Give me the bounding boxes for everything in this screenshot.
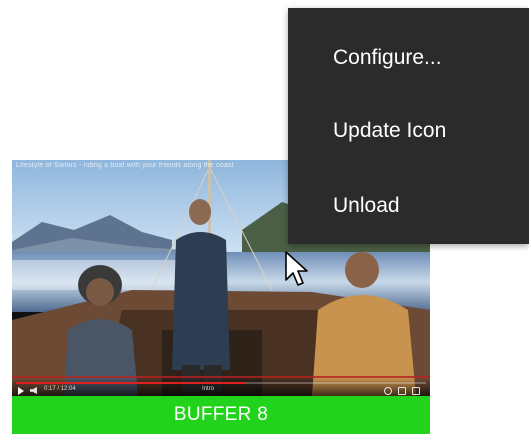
chapter-label: Intro xyxy=(202,386,215,392)
theater-mode-icon[interactable] xyxy=(398,387,406,395)
settings-gear-icon[interactable] xyxy=(384,387,392,395)
buffer-label-bar: BUFFER 8 xyxy=(12,396,430,434)
menu-item-configure[interactable]: Configure... xyxy=(288,33,529,83)
play-icon[interactable] xyxy=(18,387,24,395)
menu-item-label: Unload xyxy=(333,194,400,217)
progress-track[interactable] xyxy=(16,382,426,384)
menu-item-label: Update Icon xyxy=(333,119,447,142)
menu-item-label: Configure... xyxy=(333,46,442,69)
video-controls: 0:17 / 12:04 Intro xyxy=(12,378,430,396)
volume-icon[interactable] xyxy=(30,387,37,394)
menu-item-update-icon[interactable]: Update Icon xyxy=(288,106,529,156)
video-title: Lifestyle of Sailors - riding a boat wit… xyxy=(16,162,234,169)
buffer-label: BUFFER 8 xyxy=(173,404,269,425)
playback-time: 0:17 / 12:04 xyxy=(44,386,76,392)
arrow-pointer-icon xyxy=(285,251,308,286)
progress-fill xyxy=(16,382,246,384)
context-menu: Configure... Update Icon Unload xyxy=(288,8,529,244)
menu-item-unload[interactable]: Unload xyxy=(288,181,529,231)
fullscreen-icon[interactable] xyxy=(412,387,420,395)
